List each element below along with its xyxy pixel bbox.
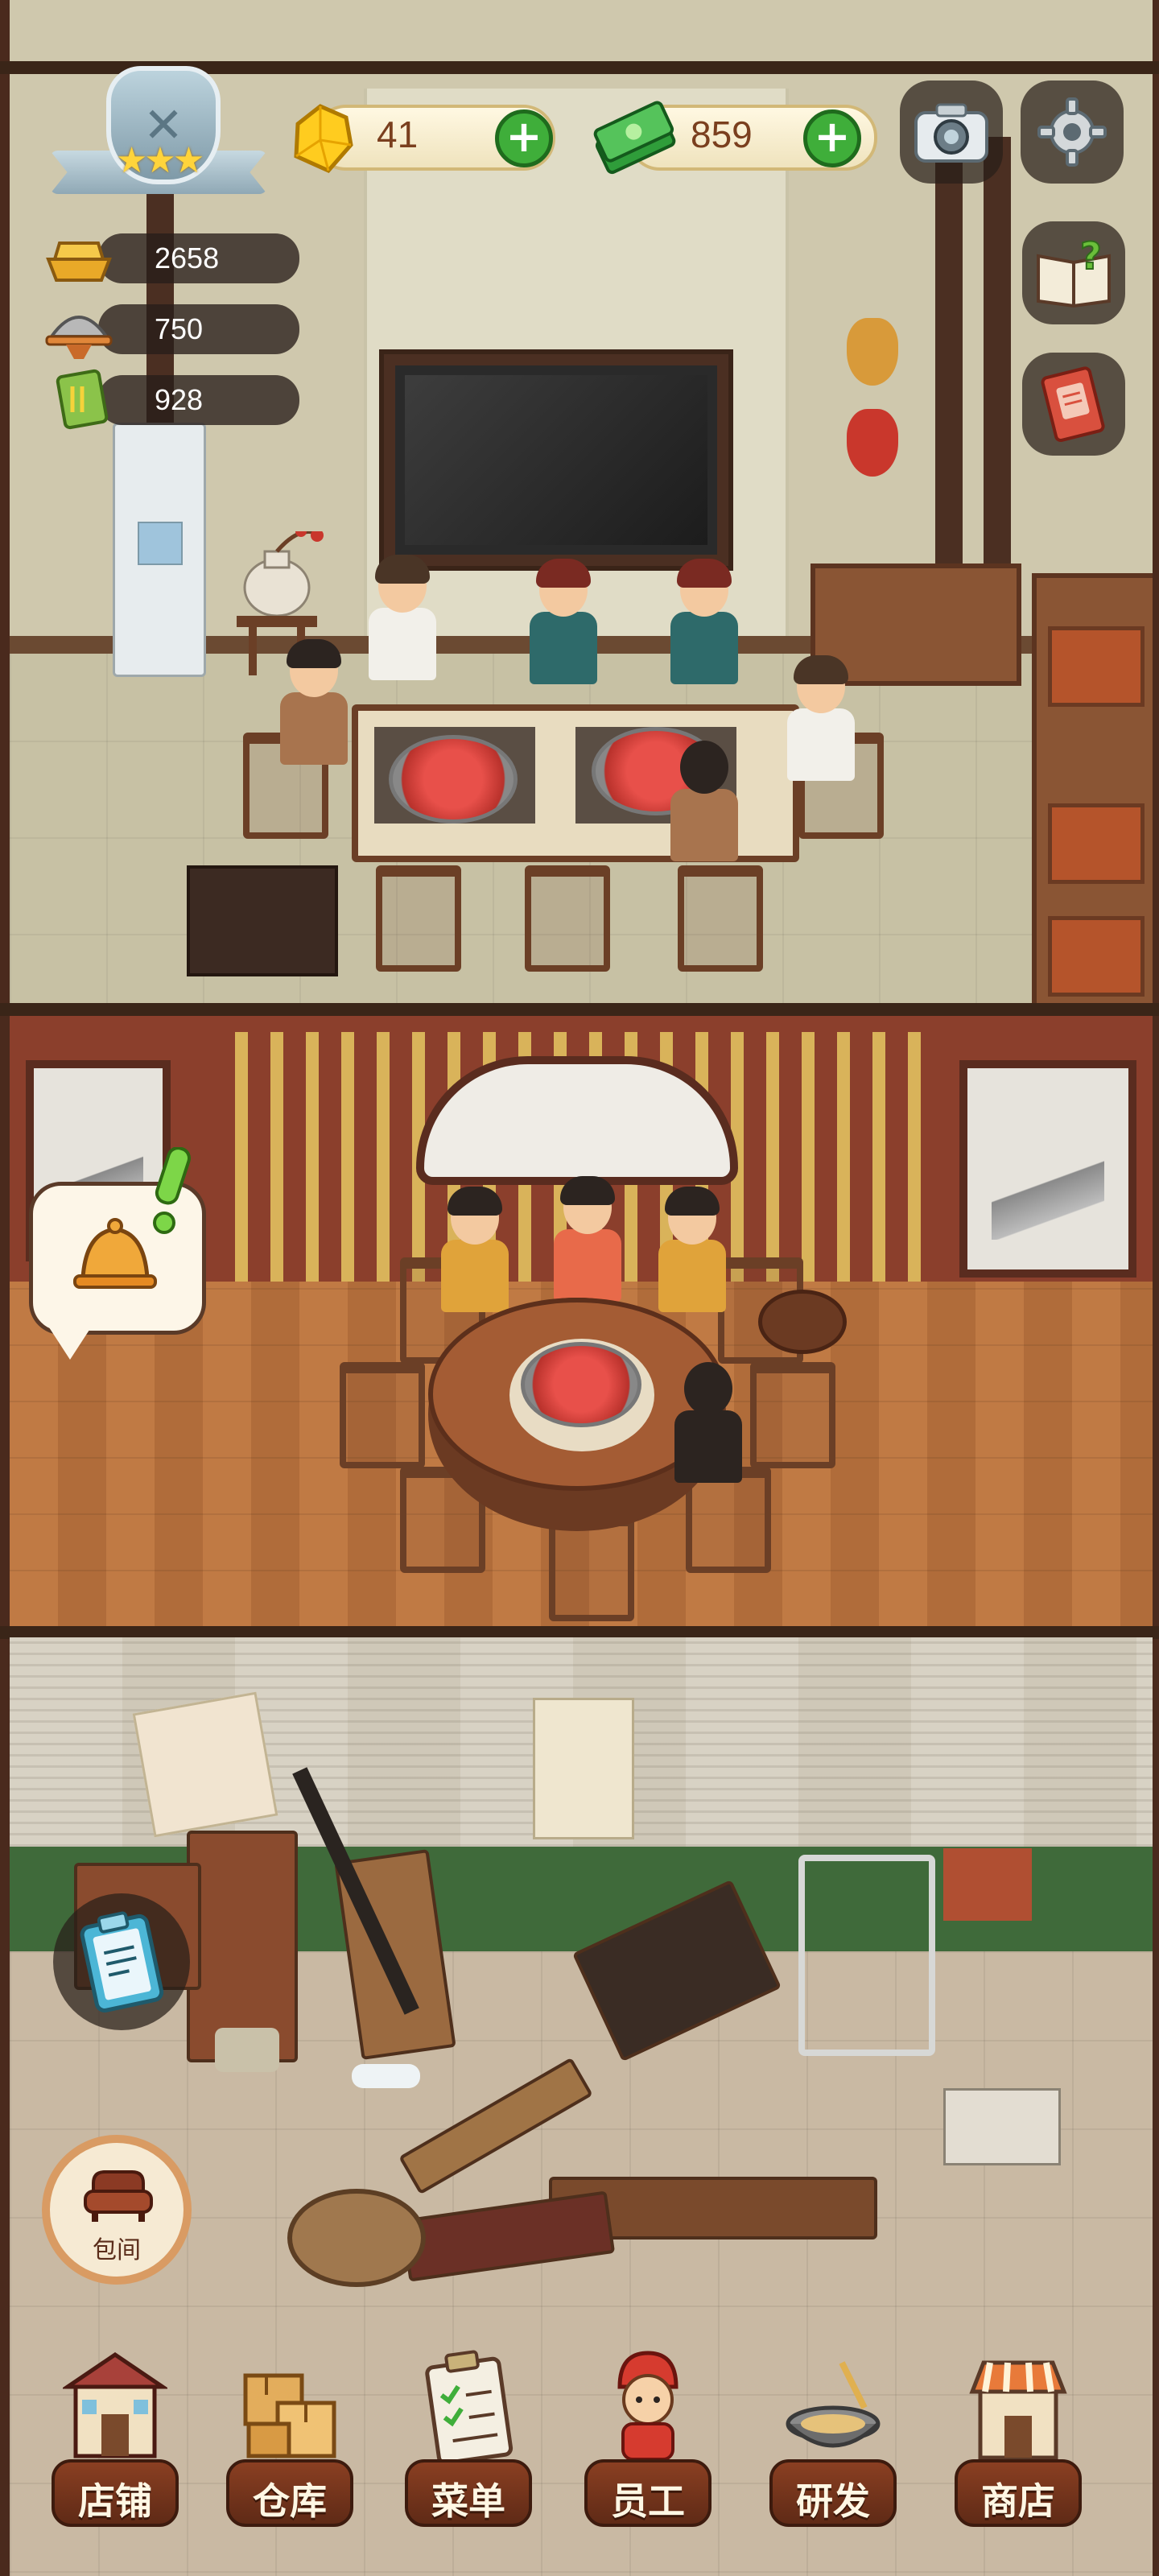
customer[interactable] [782,655,860,781]
opera-mask [847,409,898,477]
storefront-icon [60,2347,170,2467]
floor-divider [0,1003,1159,1016]
tea-shelf [1032,573,1153,1006]
customer[interactable] [525,559,602,684]
renovation-task-button[interactable] [53,1893,190,2030]
customer[interactable] [549,1176,626,1302]
nav-shop[interactable]: 店铺 [47,2347,184,2564]
boxes-icon [237,2347,342,2467]
svg-text:?: ? [1080,237,1102,278]
sofa-icon [82,2167,155,2227]
add-gems-button[interactable]: + [495,109,553,167]
chair [525,865,610,972]
wok-icon [781,2347,885,2467]
customer[interactable] [666,559,743,684]
nav-warehouse[interactable]: 仓库 [221,2347,358,2564]
stool [758,1290,847,1354]
dish-cloche-icon [42,298,116,361]
guide-button[interactable]: ? [1022,221,1125,324]
nav-research[interactable]: 研发 [765,2347,901,2564]
stat-gold-ingot[interactable]: 2658 [42,227,299,283]
cash-amount: 859 [691,114,753,155]
poster [132,1691,278,1838]
right-frame [1153,0,1159,2576]
gem-icon [282,100,359,180]
gold-ingot-value: 2658 [155,242,220,275]
nav-menu-label: 菜单 [431,2479,505,2523]
customer[interactable] [275,639,353,765]
fan-painting [416,1056,738,1185]
air-conditioner [113,423,206,677]
landscape-painting [959,1060,1136,1278]
debris [215,2028,279,2072]
customer[interactable] [654,1187,731,1312]
condiment-cart [187,865,338,976]
chair [750,1362,835,1468]
left-frame [0,0,10,2576]
wooden-pillar [935,137,963,588]
private-room-button[interactable]: 包间 [42,2135,192,2285]
chair [340,1362,425,1468]
customer[interactable] [670,1362,747,1483]
nav-warehouse-label: 仓库 [253,2479,327,2523]
bottle [352,2064,420,2088]
recipe-book-value: 928 [155,383,204,416]
gold-ingot-icon [42,227,116,290]
hotpot [521,1342,641,1427]
exclamation-icon [153,1146,192,1236]
private-room-label: 包间 [93,2236,141,2264]
restaurant-rating-badge[interactable]: ✕ ★★★ [50,66,267,207]
cardboard-box [943,2088,1061,2165]
chair [549,1515,634,1621]
clipboard-icon [77,1911,166,2016]
stat-dishes-served[interactable]: 750 [42,298,299,359]
cash-stack-icon [588,95,676,179]
nav-store-label: 商店 [981,2479,1055,2523]
add-cash-button[interactable]: + [803,109,861,167]
chef-girl-icon [596,2347,700,2467]
help-book-icon: ? [1022,221,1125,324]
red-book-icon [1022,353,1125,456]
camera-icon [900,80,1003,184]
nav-staff-label: 员工 [611,2479,685,2523]
nav-menu[interactable]: 菜单 [400,2347,537,2564]
settings-button[interactable] [1021,80,1124,184]
nav-staff[interactable]: 员工 [580,2347,716,2564]
nav-research-label: 研发 [796,2479,870,2523]
menu-clipboard-icon [416,2347,521,2467]
journal-button[interactable] [1022,353,1125,456]
opera-mask [847,318,898,386]
television [384,354,728,566]
market-stall-icon [966,2347,1070,2467]
hotpot [389,735,518,824]
wooden-pillar [984,137,1011,588]
customer[interactable] [436,1187,514,1312]
bell-icon [67,1208,163,1308]
recipe-book-icon [42,369,116,431]
gem-amount: 41 [377,114,419,155]
camera-button[interactable] [900,80,1003,184]
customer[interactable] [666,741,743,861]
stat-recipe-book[interactable]: 928 [42,369,299,430]
nav-store[interactable]: 商店 [950,2347,1087,2564]
dishes-served-value: 750 [155,312,204,345]
chair [678,865,763,972]
rating-stars: ★★★ [115,140,204,181]
sieve [287,2189,426,2287]
nav-shop-label: 店铺 [78,2479,152,2523]
poster [533,1698,634,1839]
exposed-brick [943,1848,1032,1921]
gear-icon [1021,80,1124,184]
metal-rack [798,1855,935,2056]
chair [376,865,461,972]
customer[interactable] [364,555,441,680]
